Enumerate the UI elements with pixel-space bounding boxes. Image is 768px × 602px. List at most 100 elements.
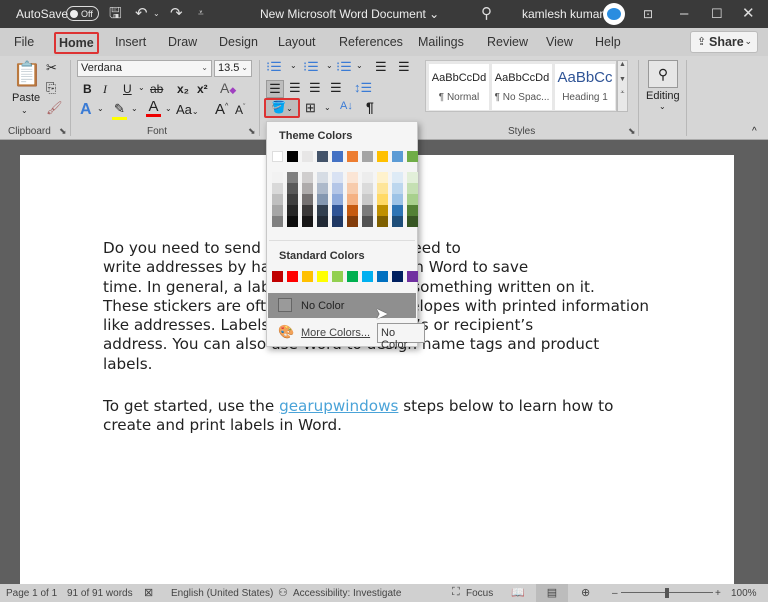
styles-scroller[interactable]: ▲ ▼ ⩡ bbox=[617, 60, 628, 112]
theme-shade-swatch[interactable] bbox=[272, 183, 283, 194]
increase-indent-icon[interactable]: ☰ bbox=[398, 59, 410, 75]
theme-shade-swatch[interactable] bbox=[407, 205, 418, 216]
word-count[interactable]: 91 of 91 words bbox=[67, 588, 133, 599]
theme-shade-swatch[interactable] bbox=[392, 205, 403, 216]
theme-shade-swatch[interactable] bbox=[392, 183, 403, 194]
theme-color-swatch[interactable] bbox=[362, 151, 373, 162]
tab-draw[interactable]: Draw bbox=[168, 35, 197, 49]
theme-shade-swatch[interactable] bbox=[272, 194, 283, 205]
editing-button[interactable]: Editing bbox=[646, 90, 680, 102]
cut-icon[interactable]: ✂ bbox=[46, 60, 57, 76]
paste-button[interactable]: Paste bbox=[12, 92, 40, 104]
close-icon[interactable]: ✕ bbox=[742, 5, 755, 23]
theme-shade-swatch[interactable] bbox=[317, 194, 328, 205]
theme-color-swatch[interactable] bbox=[287, 151, 298, 162]
undo-dropdown-icon[interactable]: ⌄ bbox=[153, 5, 160, 23]
standard-color-swatch[interactable] bbox=[347, 271, 358, 282]
focus-button[interactable]: Focus bbox=[466, 588, 493, 599]
bullets-icon[interactable]: ⁝☰ bbox=[266, 59, 282, 75]
proofing-icon[interactable]: ⊠ bbox=[144, 586, 153, 599]
theme-shade-swatch[interactable] bbox=[362, 216, 373, 227]
styles-launcher-icon[interactable]: ⬊ bbox=[628, 126, 636, 137]
theme-shade-swatch[interactable] bbox=[377, 183, 388, 194]
web-layout-icon[interactable]: ⊕ bbox=[581, 586, 590, 599]
standard-color-swatch[interactable] bbox=[272, 271, 283, 282]
tab-references[interactable]: References bbox=[339, 35, 403, 49]
align-right-button[interactable]: ☰ bbox=[309, 80, 321, 96]
show-formatting-button[interactable]: ¶ bbox=[366, 99, 374, 115]
ribbon-display-icon[interactable]: ⊡ bbox=[643, 5, 653, 23]
no-color-item[interactable]: No Color bbox=[268, 293, 416, 318]
avatar[interactable] bbox=[603, 3, 625, 25]
collapse-ribbon-icon[interactable]: ^ bbox=[752, 126, 757, 137]
tab-design[interactable]: Design bbox=[219, 35, 258, 49]
font-size-box[interactable]: 13.5 ⌄ bbox=[214, 60, 252, 77]
clipboard-launcher-icon[interactable]: ⬊ bbox=[59, 126, 67, 137]
autosave-toggle[interactable]: Off bbox=[66, 6, 99, 21]
decrease-indent-icon[interactable]: ☰ bbox=[375, 59, 387, 75]
standard-color-swatch[interactable] bbox=[317, 271, 328, 282]
theme-shade-swatch[interactable] bbox=[392, 216, 403, 227]
font-launcher-icon[interactable]: ⬊ bbox=[248, 126, 256, 137]
theme-shade-swatch[interactable] bbox=[287, 205, 298, 216]
theme-shade-swatch[interactable] bbox=[407, 194, 418, 205]
standard-color-swatch[interactable] bbox=[392, 271, 403, 282]
underline-dropdown-icon[interactable]: ⌄ bbox=[138, 83, 145, 92]
theme-shade-swatch[interactable] bbox=[332, 183, 343, 194]
theme-shade-swatch[interactable] bbox=[272, 216, 283, 227]
style-normal[interactable]: AaBbCcDd ¶ Normal bbox=[429, 64, 489, 110]
share-button[interactable]: ⇪ Share ⌄ bbox=[690, 31, 758, 53]
chevron-down-icon[interactable]: ⌄ bbox=[131, 104, 138, 113]
tab-insert[interactable]: Insert bbox=[115, 35, 146, 49]
theme-shade-swatch[interactable] bbox=[317, 183, 328, 194]
superscript-button[interactable]: x² bbox=[197, 82, 208, 96]
shrink-font-button[interactable]: Aˇ bbox=[235, 103, 245, 117]
theme-shade-swatch[interactable] bbox=[377, 216, 388, 227]
borders-icon[interactable]: ⊞ bbox=[305, 100, 316, 116]
theme-shade-swatch[interactable] bbox=[287, 172, 298, 183]
text-effects-icon[interactable]: A bbox=[80, 101, 92, 119]
theme-shade-swatch[interactable] bbox=[317, 172, 328, 183]
theme-shade-swatch[interactable] bbox=[407, 172, 418, 183]
theme-shade-swatch[interactable] bbox=[347, 216, 358, 227]
theme-shade-swatch[interactable] bbox=[287, 183, 298, 194]
bold-button[interactable]: B bbox=[83, 82, 92, 96]
theme-shade-swatch[interactable] bbox=[347, 183, 358, 194]
align-center-button[interactable]: ☰ bbox=[289, 80, 301, 96]
user-name[interactable]: kamlesh kumar bbox=[522, 7, 603, 21]
tab-view[interactable]: View bbox=[546, 35, 573, 49]
shading-button[interactable]: 🪣⌄ bbox=[264, 98, 300, 118]
more-styles-icon[interactable]: ⩡ bbox=[618, 89, 627, 97]
maximize-icon[interactable]: ☐ bbox=[711, 5, 723, 23]
theme-color-swatch[interactable] bbox=[392, 151, 403, 162]
theme-shade-swatch[interactable] bbox=[302, 205, 313, 216]
highlight-icon[interactable]: ✎ bbox=[112, 101, 127, 120]
theme-shade-swatch[interactable] bbox=[347, 194, 358, 205]
theme-shade-swatch[interactable] bbox=[287, 216, 298, 227]
redo-icon[interactable]: ↷ bbox=[170, 5, 183, 23]
theme-shade-swatch[interactable] bbox=[362, 172, 373, 183]
theme-shade-swatch[interactable] bbox=[332, 205, 343, 216]
strikethrough-button[interactable]: ab bbox=[150, 82, 163, 96]
paragraph-2[interactable]: To get started, use the gearupwindows st… bbox=[103, 397, 663, 436]
theme-color-swatch[interactable] bbox=[272, 151, 283, 162]
standard-color-swatch[interactable] bbox=[302, 271, 313, 282]
minimize-icon[interactable]: – bbox=[680, 5, 688, 23]
standard-color-swatch[interactable] bbox=[362, 271, 373, 282]
chevron-down-icon[interactable]: ⌄ bbox=[97, 104, 104, 113]
zoom-slider-thumb[interactable] bbox=[665, 588, 669, 598]
theme-shade-swatch[interactable] bbox=[332, 194, 343, 205]
format-painter-icon[interactable]: 🖌 bbox=[46, 100, 63, 116]
tab-home[interactable]: Home bbox=[54, 32, 99, 54]
tab-help[interactable]: Help bbox=[595, 35, 621, 49]
grow-font-button[interactable]: A^ bbox=[215, 101, 228, 118]
zoom-level[interactable]: 100% bbox=[731, 588, 757, 599]
sort-button[interactable]: A↓ bbox=[340, 100, 353, 112]
zoom-out-button[interactable]: – bbox=[612, 588, 618, 599]
theme-shade-swatch[interactable] bbox=[392, 172, 403, 183]
font-color-icon[interactable]: A bbox=[146, 99, 161, 117]
theme-shade-swatch[interactable] bbox=[362, 194, 373, 205]
justify-button[interactable]: ☰ bbox=[330, 80, 342, 96]
editing-search-icon[interactable]: ⚲ bbox=[648, 60, 678, 88]
page-count[interactable]: Page 1 of 1 bbox=[6, 588, 57, 599]
